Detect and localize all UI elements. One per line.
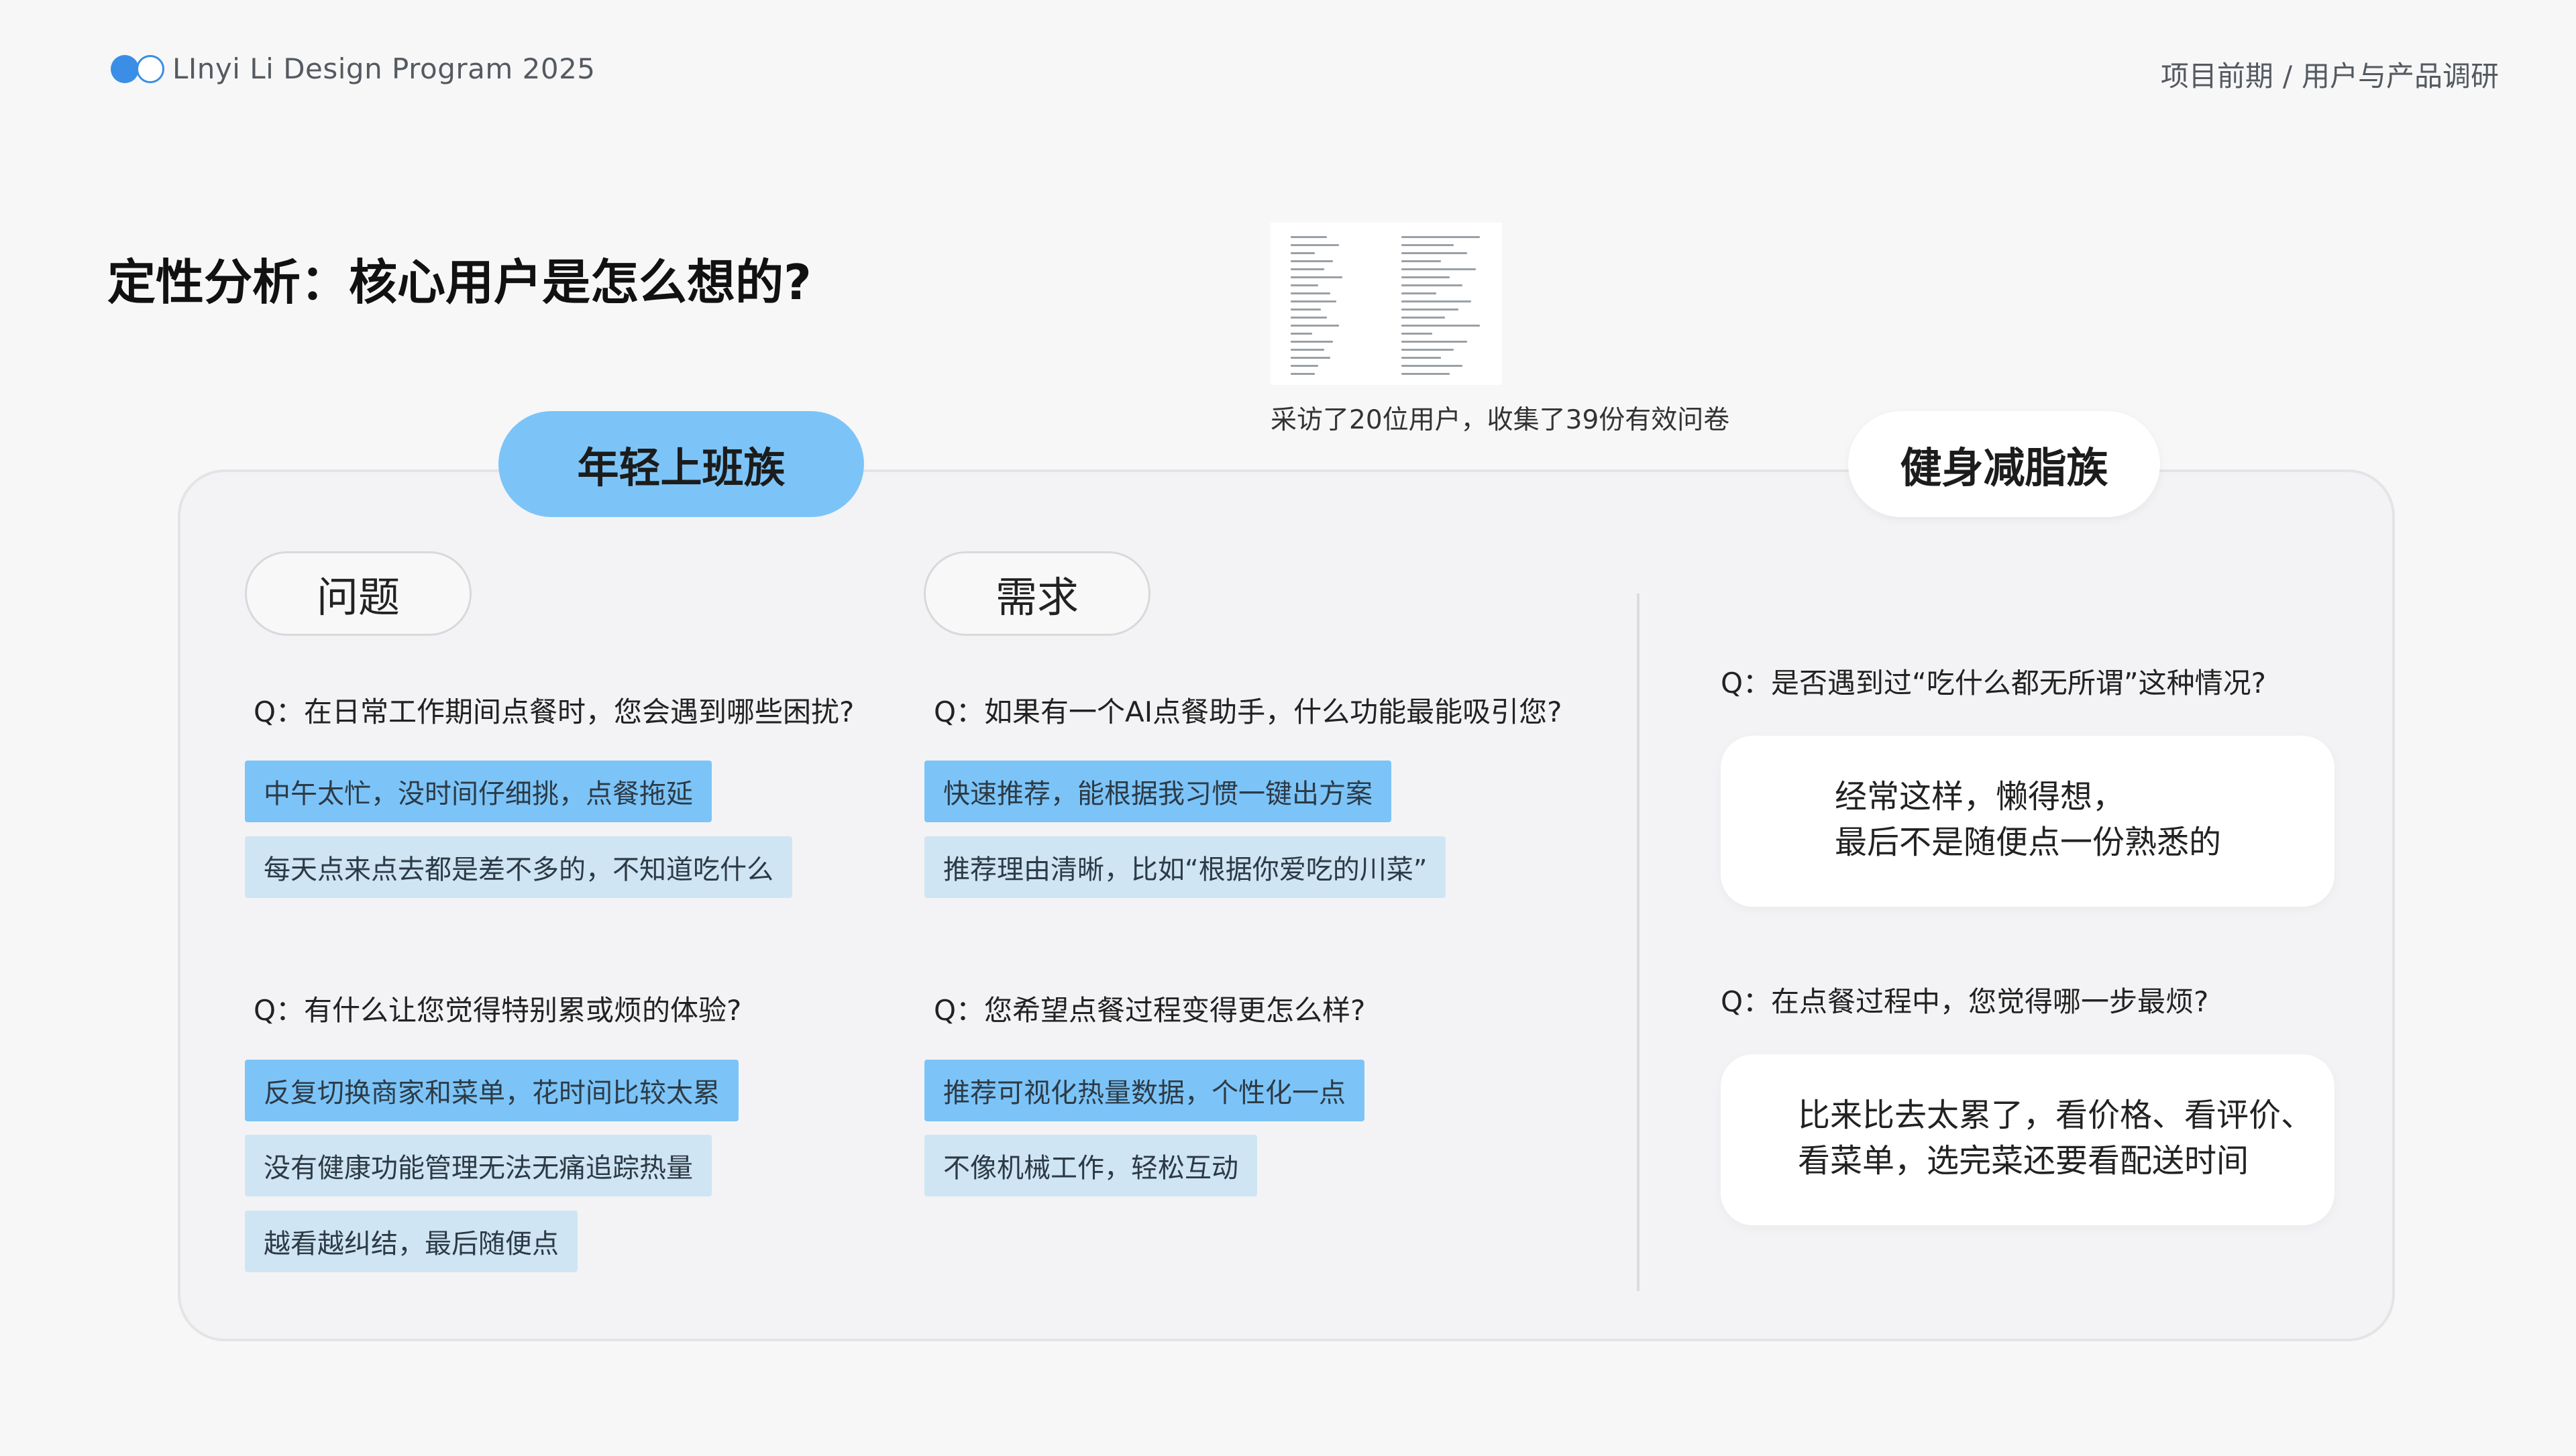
fitness-answer-card-2: 比来比去太累了，看价格、看评价、 看菜单，选完菜还要看配送时间 [1721, 1054, 2334, 1225]
fitness-question-2: Q：在点餐过程中，您觉得哪一步最烦? [1721, 985, 2209, 1018]
fitness-question-1: Q：是否遇到过“吃什么都无所谓”这种情况? [1721, 667, 2266, 699]
problems-question-1: Q：在日常工作期间点餐时，您会遇到哪些困扰? [254, 695, 855, 728]
problems-answer-tag: 反复切换商家和菜单，花时间比较太累 [245, 1060, 739, 1121]
group-label-fitness: 健身减脂族 [1848, 411, 2160, 517]
needs-answer-tag: 快速推荐，能根据我习惯一键出方案 [924, 761, 1391, 822]
survey-caption: 采访了20位用户，收集了39份有效问卷 [1271, 405, 1730, 435]
breadcrumb-current: 用户与产品调研 [2301, 60, 2499, 93]
problems-question-2: Q：有什么让您觉得特别累或烦的体验? [254, 994, 742, 1027]
breadcrumb-separator: / [2282, 60, 2292, 93]
fitness-answer-card-1: 经常这样，懒得想， 最后不是随便点一份熟悉的 [1721, 736, 2334, 907]
problems-answer-tag: 越看越纠结，最后随便点 [245, 1211, 578, 1272]
needs-answer-tag: 推荐理由清晰，比如“根据你爱吃的川菜” [924, 836, 1446, 898]
breadcrumb-section: 项目前期 [2160, 60, 2273, 93]
fitness-answer-line: 看菜单，选完菜还要看配送时间 [1798, 1142, 2249, 1180]
fitness-answer-line: 经常这样，懒得想， [1835, 778, 2125, 816]
problems-answer-tag: 没有健康功能管理无法无痛追踪热量 [245, 1135, 712, 1196]
needs-answer-tag: 不像机械工作，轻松互动 [924, 1135, 1257, 1196]
brand-dot-ring-icon [136, 54, 164, 83]
breadcrumb: 项目前期 / 用户与产品调研 [2161, 54, 2499, 95]
brand-dot-filled-icon [111, 54, 139, 83]
column-divider [1637, 594, 1640, 1291]
fitness-answer-line: 最后不是随便点一份熟悉的 [1835, 824, 2222, 861]
problems-label: 问题 [245, 551, 472, 636]
needs-question-1: Q：如果有一个AI点餐助手，什么功能最能吸引您? [934, 695, 1562, 728]
needs-answer-tag: 推荐可视化热量数据，个性化一点 [924, 1060, 1364, 1121]
needs-label: 需求 [924, 551, 1150, 636]
brand-text: LInyi Li Design Program 2025 [172, 52, 596, 85]
page-title: 定性分析：核心用户是怎么想的? [107, 254, 812, 311]
problems-answer-tag: 中午太忙，没时间仔细挑，点餐拖延 [245, 761, 712, 822]
group-label-young-workers: 年轻上班族 [498, 411, 864, 517]
survey-thumbnail-image [1271, 223, 1502, 385]
problems-answer-tag: 每天点来点去都是差不多的，不知道吃什么 [245, 836, 792, 898]
brand: LInyi Li Design Program 2025 [111, 52, 596, 85]
needs-question-2: Q：您希望点餐过程变得更怎么样? [934, 994, 1366, 1027]
fitness-answer-line: 比来比去太累了，看价格、看评价、 [1798, 1097, 2314, 1134]
